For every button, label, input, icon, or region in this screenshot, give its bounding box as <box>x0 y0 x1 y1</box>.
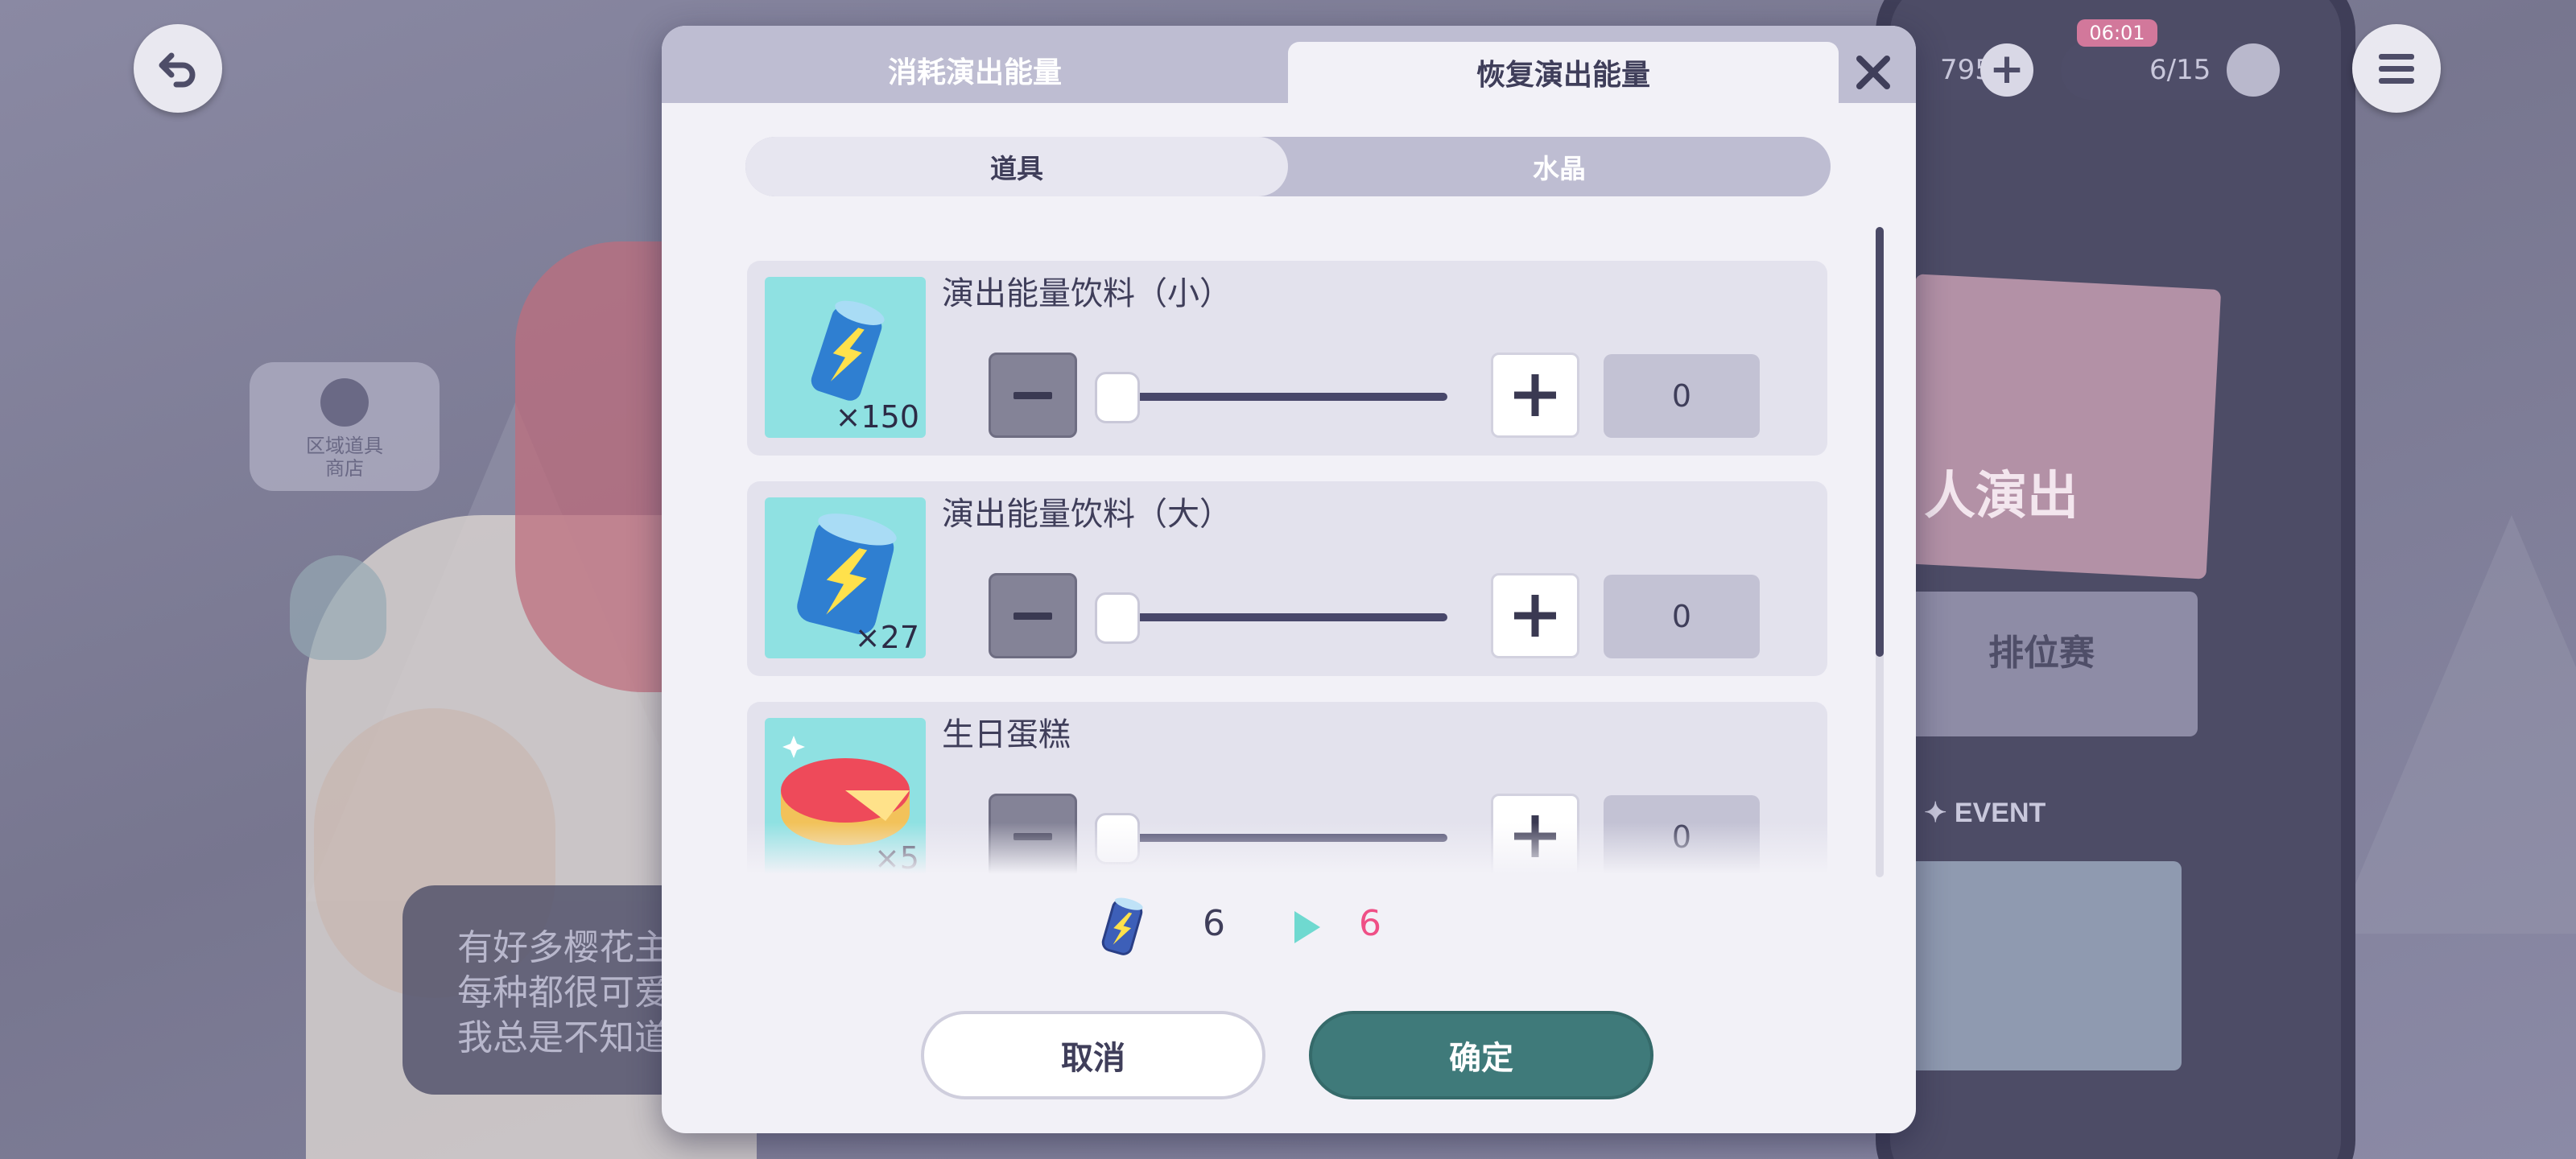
item-name: 演出能量饮料（小） <box>942 275 1232 312</box>
list-item: ×5 生日蛋糕 0 <box>747 702 1827 874</box>
minus-icon <box>1013 832 1052 840</box>
confirm-button[interactable]: 确定 <box>1309 1011 1653 1099</box>
energy-timer: 06:01 <box>2077 19 2157 47</box>
energy-can-icon <box>1101 897 1143 955</box>
menu-icon <box>2379 54 2414 84</box>
item-name: 生日蛋糕 <box>942 716 1071 753</box>
energy-preview: 6 6 <box>1096 895 1483 959</box>
event-banner[interactable] <box>1908 861 2182 1070</box>
quantity-display: 0 <box>1604 575 1760 658</box>
tab-recover-energy[interactable]: 恢复演出能量 <box>1288 42 1839 103</box>
item-thumbnail: ×5 <box>765 718 926 874</box>
quantity-slider-track[interactable] <box>1117 393 1447 401</box>
solo-live-card[interactable] <box>1900 274 2222 580</box>
rank-match-label: 排位赛 <box>1988 633 2095 674</box>
minus-icon <box>1013 391 1052 399</box>
event-label: ✦ EVENT <box>1924 798 2046 828</box>
quantity-slider-handle[interactable] <box>1095 372 1140 423</box>
increase-button[interactable] <box>1491 353 1579 438</box>
quantity-slider-track[interactable] <box>1117 834 1447 842</box>
cancel-button[interactable]: 取消 <box>921 1011 1265 1099</box>
background-triangle <box>2334 515 2576 934</box>
tab-bar: 消耗演出能量 恢复演出能量 <box>662 26 1916 103</box>
plus-icon <box>1514 815 1556 857</box>
quantity-slider-handle[interactable] <box>1095 813 1140 864</box>
chibi-character[interactable] <box>290 555 386 660</box>
decrease-button[interactable] <box>989 573 1077 658</box>
area-item-shop-badge[interactable]: 区域道具 商店 <box>250 362 440 491</box>
shop-badge-label: 区域道具 商店 <box>306 435 383 480</box>
energy-count: 6/15 <box>2149 54 2211 86</box>
tab-consume-energy[interactable]: 消耗演出能量 <box>662 26 1288 103</box>
list-item: ×27 演出能量饮料（大） 0 <box>747 481 1827 676</box>
item-name: 演出能量饮料（大） <box>942 496 1232 533</box>
energy-dialog: 消耗演出能量 恢复演出能量 道具 水晶 ×150 演出能量饮料（小） 0 ×27… <box>662 26 1916 1133</box>
increase-button[interactable] <box>1491 794 1579 874</box>
item-owned-count: ×150 <box>835 399 919 435</box>
close-button[interactable] <box>1841 40 1905 105</box>
back-button[interactable] <box>134 24 222 113</box>
item-thumbnail: ×27 <box>765 497 926 658</box>
gear-icon[interactable] <box>2227 43 2280 97</box>
decrease-button[interactable] <box>989 353 1077 438</box>
play-arrow-icon <box>1294 911 1320 943</box>
scrollbar-thumb[interactable] <box>1876 227 1884 657</box>
solo-live-label: 人演出 <box>1924 467 2079 526</box>
quantity-display: 0 <box>1604 795 1760 874</box>
item-thumbnail: ×150 <box>765 277 926 438</box>
item-list[interactable]: ×150 演出能量饮料（小） 0 ×27 演出能量饮料（大） 0 ×5 生日蛋糕… <box>747 261 1831 874</box>
quantity-slider-handle[interactable] <box>1095 592 1140 644</box>
shop-icon <box>320 378 369 427</box>
energy-after-value: 6 <box>1359 903 1381 944</box>
plus-icon <box>1514 374 1556 416</box>
recover-source-switch: 道具 水晶 <box>745 137 1831 196</box>
list-item: ×150 演出能量饮料（小） 0 <box>747 261 1827 456</box>
quantity-slider-track[interactable] <box>1117 613 1447 621</box>
back-arrow-icon <box>159 52 196 88</box>
minus-icon <box>1013 612 1052 620</box>
item-owned-count: ×27 <box>854 620 919 655</box>
segment-items[interactable]: 道具 <box>745 137 1288 196</box>
add-coin-button[interactable]: + <box>1980 43 2033 97</box>
increase-button[interactable] <box>1491 573 1579 658</box>
menu-button[interactable] <box>2352 24 2441 113</box>
plus-icon <box>1514 595 1556 637</box>
energy-current-value: 6 <box>1203 903 1225 944</box>
item-owned-count: ×5 <box>873 840 919 874</box>
decrease-button[interactable] <box>989 794 1077 874</box>
segment-crystal[interactable]: 水晶 <box>1288 137 1831 196</box>
close-icon <box>1856 56 1890 89</box>
quantity-display: 0 <box>1604 354 1760 438</box>
